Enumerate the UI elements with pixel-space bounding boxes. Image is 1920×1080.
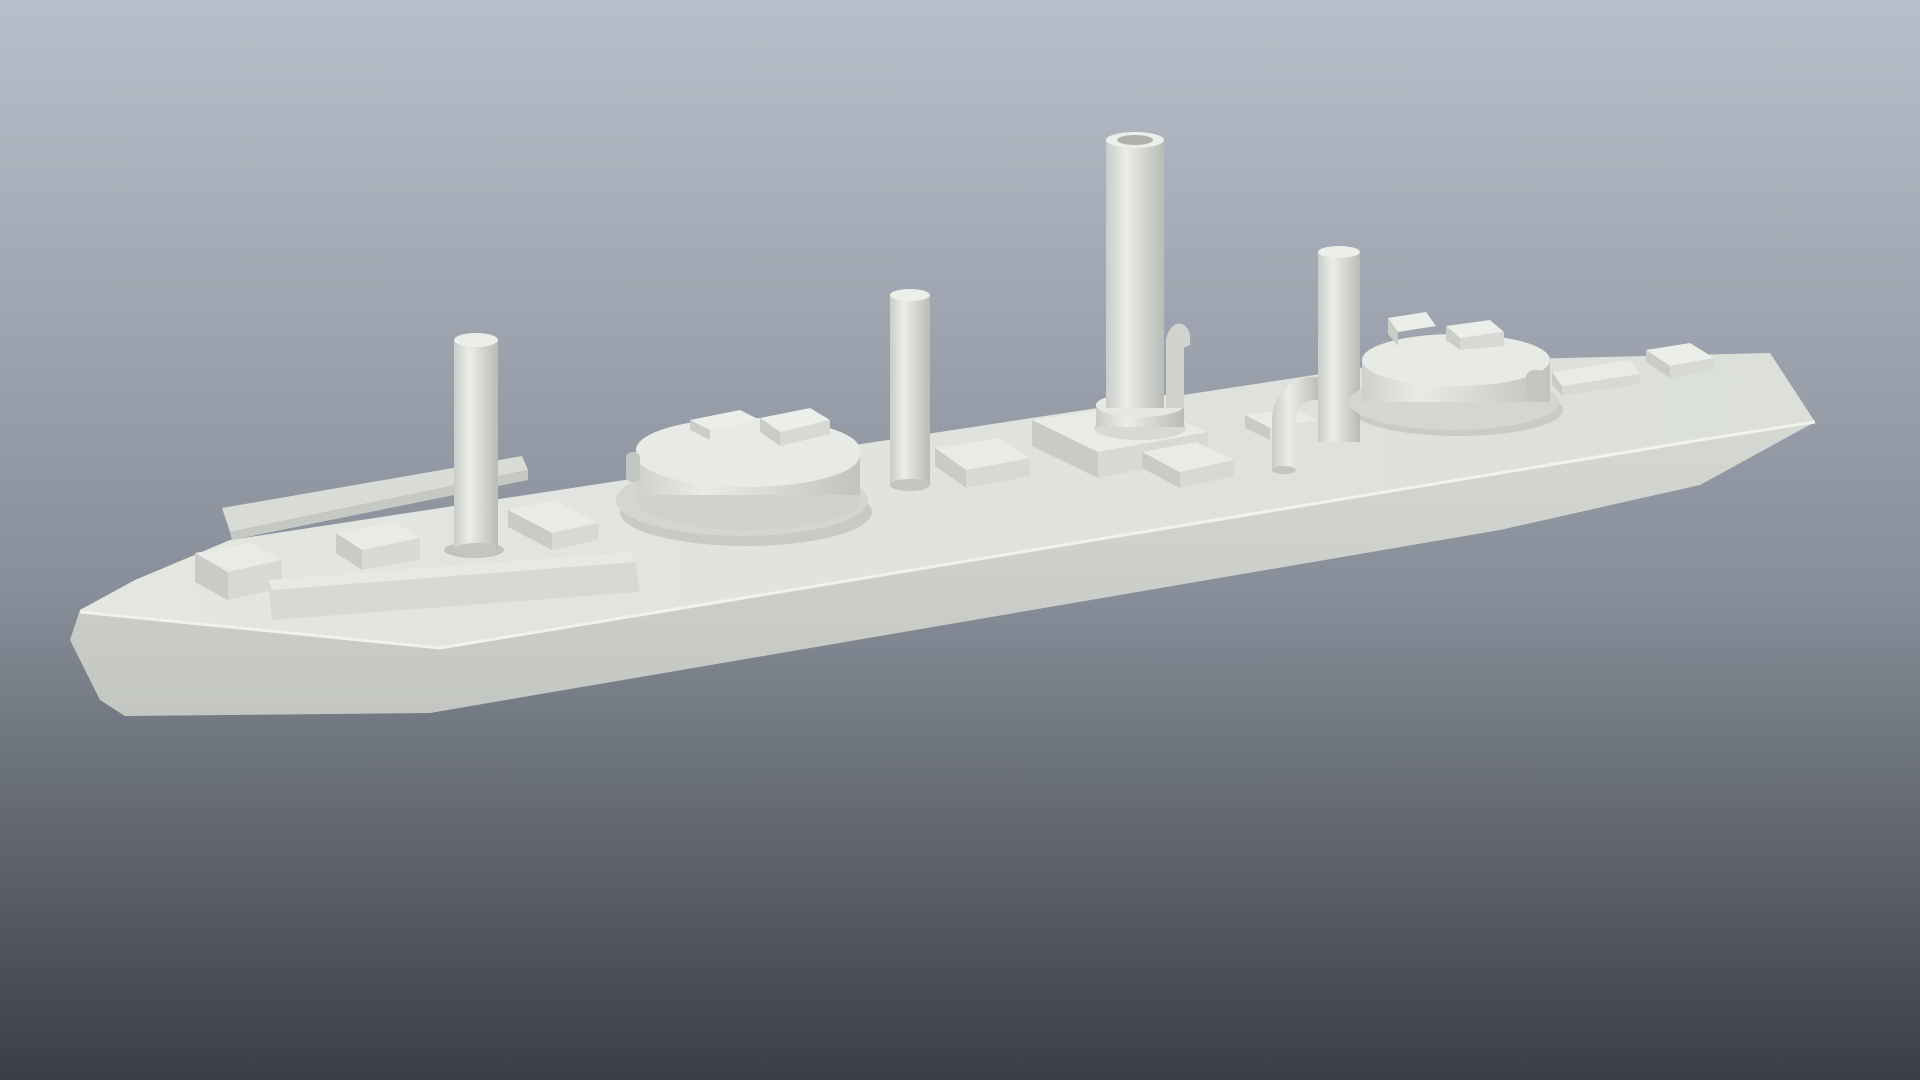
render-viewport [0, 0, 1920, 1080]
